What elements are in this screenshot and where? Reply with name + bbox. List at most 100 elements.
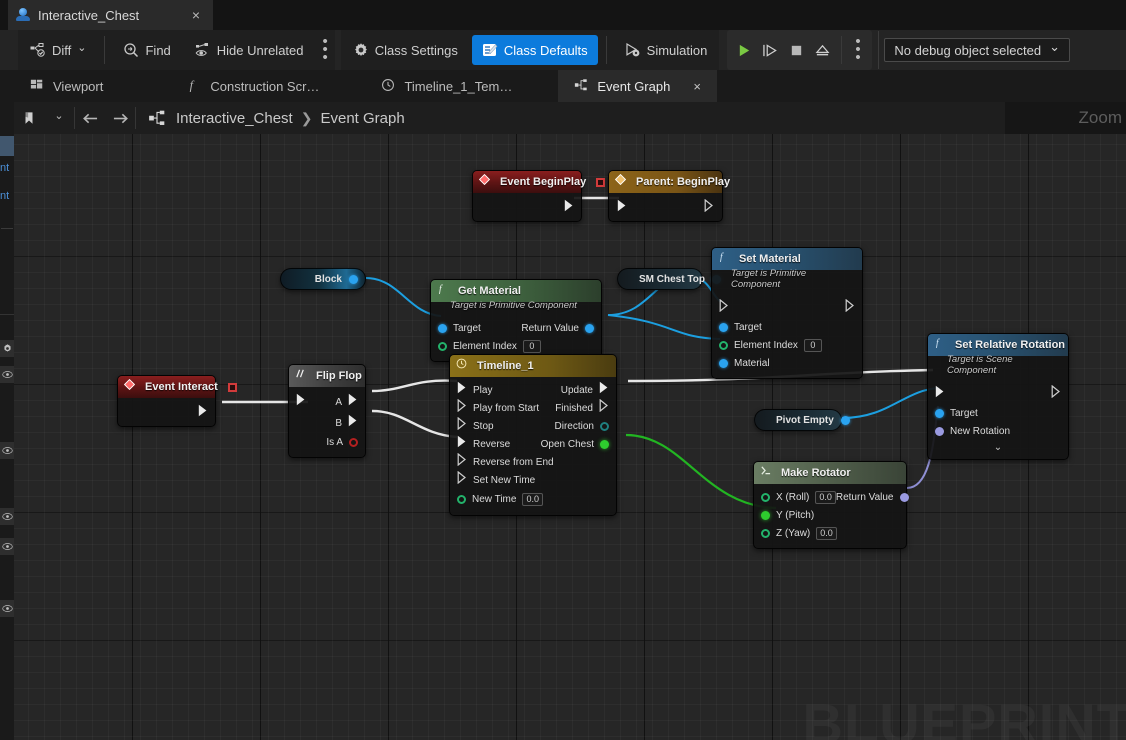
node-timeline-1[interactable]: Timeline_1 Play Update Play from Start F… [449,354,617,516]
element-index-field[interactable]: 0 [803,338,822,352]
target-input-pin[interactable] [935,408,944,418]
step-button[interactable] [757,36,783,64]
exec-output-pin[interactable] [1051,384,1061,403]
eye-icon-5[interactable] [0,600,14,617]
object-output-pin[interactable] [840,415,850,425]
eye-icon-3[interactable] [0,508,14,525]
debug-object-selector[interactable]: No debug object selected ⌄ [884,38,1070,62]
target-input-pin[interactable] [438,323,447,333]
left-rail-selection[interactable] [0,136,14,156]
node-parent-begin-play[interactable]: Parent: BeginPlay [608,170,730,222]
eye-icon-1[interactable] [0,366,14,383]
node-variable-pivot-empty[interactable]: Pivot Empty [754,409,850,431]
class-settings-button[interactable]: Class Settings [343,35,468,65]
pin-label: Y (Pitch) [776,509,815,521]
find-button[interactable]: Find [113,35,180,65]
target-input-pin[interactable] [719,322,728,332]
z-yaw-input-pin[interactable] [761,528,770,538]
overflow-menu-icon[interactable]: • • • [316,34,335,65]
exec-output-pin-b[interactable] [348,414,358,432]
diff-button[interactable]: Diff ⌄ [20,35,96,65]
back-button[interactable] [75,102,105,134]
new-time-field[interactable]: 0.0 [522,492,543,506]
direction-enum-output-pin[interactable] [600,421,609,431]
tab-timeline-template[interactable]: Timeline_1_Tem… [365,70,528,102]
node-set-material[interactable]: f Set Material Target is Primitive Compo… [711,247,863,379]
stop-exec-input-pin[interactable] [457,416,467,435]
node-flip-flop[interactable]: Flip Flop A B Is A [288,364,366,458]
expand-node-chevron-icon[interactable]: ⌄ [928,440,1068,453]
document-tab-interactive-chest[interactable]: Interactive_Chest × [8,0,213,30]
bookmark-button[interactable] [14,102,44,134]
gear-icon[interactable] [0,340,14,357]
eye-icon-4[interactable] [0,538,14,555]
play-from-start-exec-input-pin[interactable] [457,398,467,417]
is-a-bool-output-pin[interactable] [349,437,358,447]
new-rotation-input-pin[interactable] [935,426,944,436]
breadcrumb-root[interactable]: Interactive_Chest [176,110,293,127]
x-roll-field[interactable]: 0.0 [815,490,836,504]
set-new-time-exec-input-pin[interactable] [457,470,467,489]
open-chest-float-output-pin[interactable] [600,439,609,449]
update-exec-output-pin[interactable] [599,381,609,399]
eye-icon-2[interactable] [0,442,14,459]
object-output-pin[interactable] [349,274,358,284]
node-header: f Get Material [431,280,601,302]
y-pitch-input-pin[interactable] [761,510,770,520]
breadcrumb-leaf[interactable]: Event Graph [320,110,404,127]
node-set-relative-rotation[interactable]: f Set Relative Rotation Target is Scene … [927,333,1069,460]
node-event-interact[interactable]: Event Interact [117,375,237,427]
return-value-output-pin[interactable] [585,323,594,333]
reverse-from-end-exec-input-pin[interactable] [457,452,467,471]
node-variable-sm-chest-top[interactable]: SM Chest Top [617,268,721,290]
bookmark-dropdown-button[interactable]: ⌄ [44,102,74,134]
event-delegate-pin[interactable] [596,177,606,187]
new-time-float-input-pin[interactable] [457,494,466,504]
exec-input-pin[interactable] [617,199,627,217]
class-defaults-button[interactable]: Class Defaults [471,35,598,65]
element-index-field[interactable]: 0 [522,339,541,353]
exec-output-pin[interactable] [564,199,574,217]
forward-button[interactable] [105,102,135,134]
element-index-input-pin[interactable] [438,341,447,351]
exec-input-pin[interactable] [296,393,306,411]
exec-output-pin[interactable] [704,198,714,217]
return-value-output-pin[interactable] [899,492,909,502]
pin-row: Set New Time [450,470,616,489]
event-delegate-pin[interactable] [227,382,237,392]
node-make-rotator[interactable]: Make Rotator X (Roll) 0.0 Return Value Y… [753,461,909,549]
stop-button[interactable] [783,36,809,64]
z-yaw-field[interactable]: 0.0 [816,526,837,540]
exec-output-pin-a[interactable] [348,393,358,411]
reverse-exec-input-pin[interactable] [457,435,467,453]
x-roll-input-pin[interactable] [761,492,770,502]
finished-exec-output-pin[interactable] [599,398,609,417]
play-exec-input-pin[interactable] [457,381,467,399]
event-graph-canvas[interactable]: Event BeginPlay Parent: BeginPlay Block … [14,134,1126,740]
close-icon[interactable]: × [693,79,701,94]
pin-label: New Rotation [950,425,1011,437]
tab-construction-script[interactable]: f Construction Scr… [171,70,335,102]
node-get-material[interactable]: f Get Material Target is Primitive Compo… [430,279,602,362]
tab-viewport[interactable]: Viewport [14,70,119,102]
exec-output-pin[interactable] [198,404,208,422]
play-button[interactable] [731,36,757,64]
transport-overflow-icon[interactable]: • • • [848,34,867,65]
blueprint-editor-window: Interactive_Chest × Diff ⌄ Find Hide Unr… [0,0,1126,740]
element-index-input-pin[interactable] [719,340,728,350]
transport-controls: • • • [727,30,872,70]
left-rail-link-1[interactable]: nt [0,162,9,174]
left-rail-link-2[interactable]: nt [0,190,9,202]
exec-input-pin[interactable] [719,298,729,317]
close-icon[interactable]: × [187,7,205,23]
exec-input-pin[interactable] [935,385,945,403]
simulation-button[interactable]: Simulation [615,35,718,65]
exec-row [712,298,862,318]
eject-button[interactable] [809,36,835,64]
tab-event-graph[interactable]: Event Graph × [558,70,717,102]
node-variable-block[interactable]: Block [280,268,366,290]
material-input-pin[interactable] [719,358,728,368]
hide-unrelated-button[interactable]: Hide Unrelated [185,35,314,65]
exec-output-pin[interactable] [845,298,855,317]
node-event-begin-play[interactable]: Event BeginPlay [472,170,606,222]
